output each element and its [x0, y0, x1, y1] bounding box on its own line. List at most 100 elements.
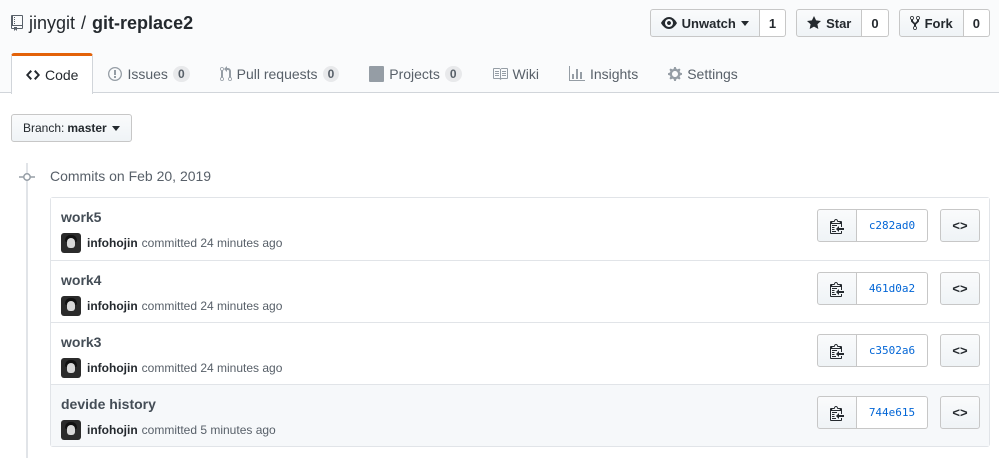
project-icon — [369, 65, 385, 82]
commit-node-icon — [19, 173, 35, 181]
clipboard-icon — [830, 281, 844, 297]
tab-wiki[interactable]: Wiki — [477, 53, 554, 93]
tab-insights-label: Insights — [589, 65, 639, 82]
clipboard-icon — [830, 218, 844, 234]
tab-code-label: Code — [45, 67, 79, 83]
code-icon — [26, 70, 40, 80]
timeline-line — [26, 163, 28, 458]
pulls-count-badge: 0 — [322, 65, 340, 82]
tab-settings[interactable]: Settings — [653, 53, 753, 93]
chevron-down-icon — [111, 125, 120, 131]
commit-sha-link[interactable]: 461d0a2 — [857, 272, 928, 305]
tab-settings-label: Settings — [687, 65, 738, 82]
commit-sha-link[interactable]: 744e615 — [857, 396, 928, 429]
pull-request-icon — [219, 65, 232, 81]
repo-title: jinygit / git-replace2 — [11, 11, 193, 35]
issues-count-badge: 0 — [172, 65, 190, 82]
copy-sha-button[interactable] — [817, 209, 857, 242]
repo-icon — [11, 15, 23, 31]
commit-meta: infohojin committed 24 minutes ago — [61, 296, 282, 316]
book-icon — [492, 67, 508, 80]
unwatch-button[interactable]: Unwatch — [649, 9, 760, 37]
commit-title-link[interactable]: work5 — [61, 209, 101, 225]
branch-name: master — [67, 121, 107, 135]
commit-time: committed 24 minutes ago — [141, 361, 283, 375]
tab-pull-requests-label: Pull requests — [236, 65, 318, 82]
commit-meta: infohojin committed 5 minutes ago — [61, 420, 276, 440]
commit-group-title: Commits on Feb 20, 2019 — [50, 168, 212, 184]
tab-code[interactable]: Code — [11, 53, 94, 94]
commit-time: committed 24 minutes ago — [141, 299, 283, 313]
commit-title-link[interactable]: devide history — [61, 396, 156, 412]
star-button[interactable]: Star — [796, 9, 863, 37]
browse-repo-button[interactable]: <> — [940, 209, 980, 242]
commit-author-link[interactable]: infohojin — [87, 423, 138, 437]
watch-group: Unwatch 1 — [649, 9, 787, 37]
commit-links: c3502a6 — [817, 334, 928, 367]
commit-sha-link[interactable]: c3502a6 — [857, 334, 928, 367]
clipboard-icon — [830, 343, 844, 359]
chevron-down-icon — [740, 20, 749, 26]
forks-count[interactable]: 0 — [963, 9, 990, 37]
unwatch-label: Unwatch — [681, 15, 736, 31]
fork-group: Fork 0 — [898, 9, 990, 37]
commit-author-link[interactable]: infohojin — [87, 299, 138, 313]
avatar[interactable] — [61, 296, 81, 316]
commit-time: committed 5 minutes ago — [141, 423, 276, 437]
avatar[interactable] — [61, 233, 81, 253]
fork-button[interactable]: Fork — [898, 9, 964, 37]
tab-projects-label: Projects — [389, 65, 440, 82]
copy-sha-button[interactable] — [817, 272, 857, 305]
browse-repo-button[interactable]: <> — [940, 272, 980, 305]
star-icon — [807, 16, 822, 29]
tab-insights[interactable]: Insights — [554, 53, 653, 93]
branch-prefix: Branch: — [23, 121, 65, 135]
commit-sha-link[interactable]: c282ad0 — [857, 209, 928, 242]
copy-sha-button[interactable] — [817, 334, 857, 367]
repo-actions: Unwatch 1 Star 0 Fork 0 — [640, 9, 990, 37]
commit-meta: infohojin committed 24 minutes ago — [61, 358, 282, 378]
commit-row: work3 infohojin committed 24 minutes ago… — [51, 322, 989, 384]
avatar[interactable] — [61, 358, 81, 378]
commit-time: committed 24 minutes ago — [141, 236, 283, 250]
browse-repo-button[interactable]: <> — [940, 334, 980, 367]
branch-select-button[interactable]: Branch: master — [11, 114, 132, 142]
watchers-count[interactable]: 1 — [759, 9, 787, 37]
commit-title-link[interactable]: work4 — [61, 272, 101, 288]
graph-icon — [568, 65, 585, 81]
commit-links: c282ad0 — [817, 209, 928, 242]
star-group: Star 0 — [796, 9, 889, 37]
repo-nav: Code Issues 0 Pull requests 0 Projects 0… — [11, 53, 753, 94]
repo-name-link[interactable]: git-replace2 — [92, 13, 193, 34]
repo-path-separator: / — [81, 12, 87, 33]
repo-header: jinygit / git-replace2 Unwatch 1 Star 0 … — [0, 0, 999, 94]
commit-row: devide history infohojin committed 5 min… — [51, 384, 989, 446]
commit-row: work5 infohojin committed 24 minutes ago… — [51, 198, 989, 260]
stargazers-count[interactable]: 0 — [862, 9, 889, 37]
gear-icon — [668, 66, 683, 81]
tab-issues[interactable]: Issues 0 — [93, 53, 204, 93]
tab-pull-requests[interactable]: Pull requests 0 — [205, 53, 355, 93]
commit-author-link[interactable]: infohojin — [87, 236, 138, 250]
avatar[interactable] — [61, 420, 81, 440]
commit-links: 744e615 — [817, 396, 928, 429]
commit-meta: infohojin committed 24 minutes ago — [61, 233, 282, 253]
star-label: Star — [826, 15, 852, 31]
commit-row: work4 infohojin committed 24 minutes ago… — [51, 260, 989, 322]
issue-icon — [108, 66, 123, 81]
clipboard-icon — [830, 405, 844, 421]
tab-projects[interactable]: Projects 0 — [354, 53, 476, 93]
tab-wiki-label: Wiki — [512, 65, 539, 82]
commit-title-link[interactable]: work3 — [61, 334, 101, 350]
eye-icon — [660, 17, 677, 29]
tab-issues-label: Issues — [127, 65, 168, 82]
fork-label: Fork — [924, 15, 953, 31]
projects-count-badge: 0 — [444, 65, 462, 82]
commit-links: 461d0a2 — [817, 272, 928, 305]
repo-owner-link[interactable]: jinygit — [29, 13, 75, 34]
copy-sha-button[interactable] — [817, 396, 857, 429]
commit-list: work5 infohojin committed 24 minutes ago… — [50, 197, 990, 447]
commit-author-link[interactable]: infohojin — [87, 361, 138, 375]
fork-icon — [909, 15, 920, 31]
browse-repo-button[interactable]: <> — [940, 396, 980, 429]
